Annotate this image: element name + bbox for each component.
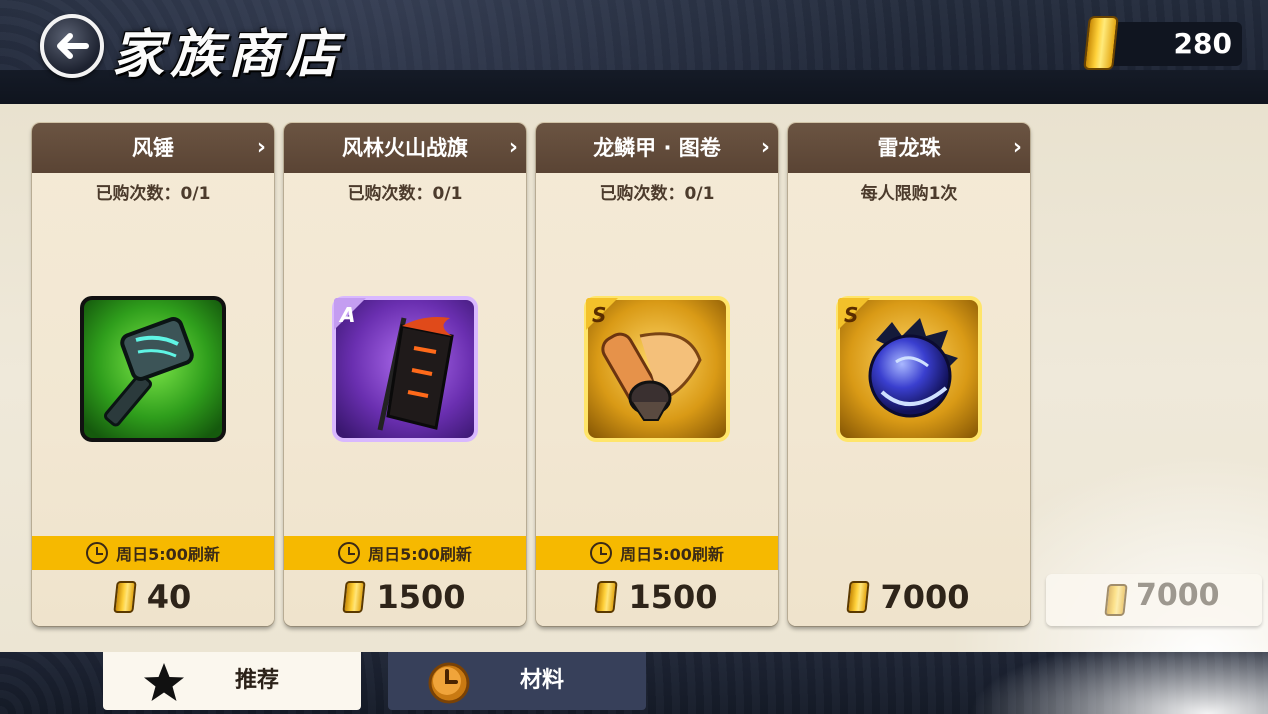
back-arrow-icon [57,33,89,59]
purchase-limit: 每人限购1次 [860,184,958,204]
price-value: 1500 [628,578,718,616]
refresh-timer: 周日5:00刷新 [284,536,526,570]
grade-badge: S [592,303,606,327]
purchase-count: 已购次数：0/1 [347,184,463,204]
item-name: 风林火山战旗 [284,123,526,173]
refresh-text: 周日5:00刷新 [620,545,724,564]
price-row: 1500 [284,572,526,622]
price-row: 40 [32,572,274,622]
hammer-icon[interactable] [80,296,226,442]
chevron-right-icon[interactable]: › [1013,123,1022,173]
tab-recommended[interactable]: 推荐 [103,652,361,710]
tab-materials[interactable]: 材料 [388,652,646,710]
item-name: 龙鳞甲 · 图卷 [536,123,778,173]
grade-badge: A [338,303,355,327]
refresh-timer: 周日5:00刷新 [32,536,274,570]
gold-bar-icon [1104,584,1128,616]
shop-item-card-thunder-dragon-orb[interactable]: 雷龙珠 › 每人限购1次 S 7000 [788,123,1030,626]
chevron-right-icon[interactable]: › [509,123,518,173]
shop-item-card-wind-hammer[interactable]: 风锤 › 已购次数：0/1 周日5:00刷新 40 [32,123,274,626]
chevron-right-icon[interactable]: › [761,123,770,173]
purchase-count: 已购次数：0/1 [95,184,211,204]
back-button[interactable] [40,14,104,78]
clock-icon [338,542,361,564]
tab-label: 材料 [520,668,565,693]
refresh-timer: 周日5:00刷新 [536,536,778,570]
currency-amount: 280 [1173,27,1232,60]
price-value: 1500 [376,578,466,616]
price-row: 7000 [788,572,1030,622]
item-name: 雷龙珠 [788,123,1030,173]
page-title: 家族商店 [112,24,345,85]
shop-item-card-partial[interactable]: 7000 [1046,574,1262,626]
gold-bar-icon [342,581,367,613]
price-value: 7000 [1136,578,1220,613]
shop-item-card-dragon-armor-scroll[interactable]: 龙鳞甲 · 图卷 › 已购次数：0/1 S 周日5:00刷新 1500 [536,123,778,626]
grade-badge: S [844,303,858,327]
clock-icon [590,542,613,564]
tab-label: 推荐 [235,668,280,693]
war-flag-icon[interactable]: A [332,296,478,442]
orb-icon[interactable]: S [836,296,982,442]
scroll-icon[interactable]: S [584,296,730,442]
refresh-text: 周日5:00刷新 [116,545,220,564]
clock-icon [86,542,109,564]
price-row: 1500 [536,572,778,622]
price-value: 40 [146,578,192,616]
shop-item-card-battle-flag[interactable]: 风林火山战旗 › 已购次数：0/1 A 周日5:00刷新 1500 [284,123,526,626]
gold-bar-icon [113,581,137,613]
price-value: 7000 [880,578,970,616]
refresh-text: 周日5:00刷新 [368,545,472,564]
gold-bar-icon [1083,16,1119,70]
gold-bar-icon [846,581,871,613]
gold-bar-icon [594,581,619,613]
purchase-count: 已购次数：0/1 [599,184,715,204]
item-name: 风锤 [32,123,274,173]
chevron-right-icon[interactable]: › [257,123,266,173]
clock-coin-icon [428,662,470,704]
star-icon [144,663,184,701]
